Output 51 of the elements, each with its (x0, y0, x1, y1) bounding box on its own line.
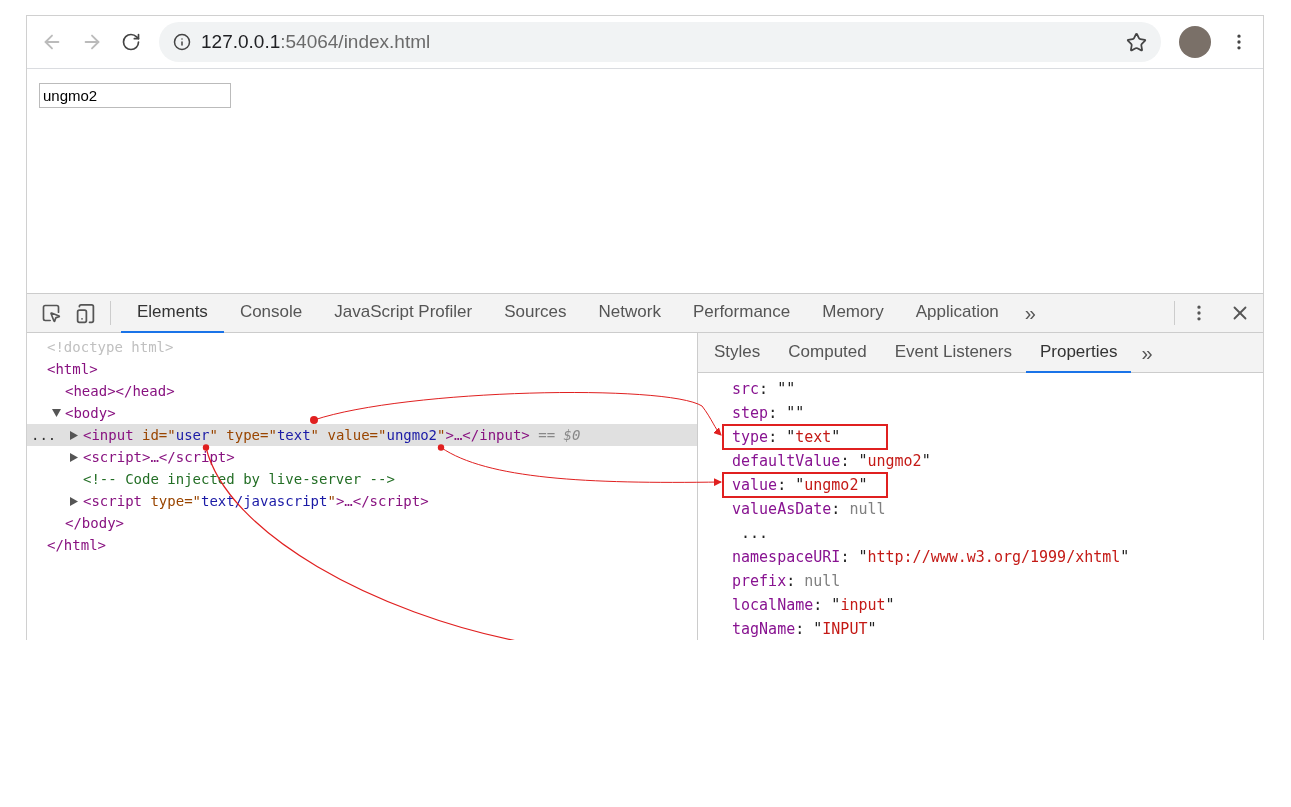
dom-node-text: <input id="user" type="text" value="ungmo2">…</input> == $0 (83, 427, 581, 443)
property-line: prefix: null (731, 570, 842, 592)
sidebar-tab[interactable]: Styles (700, 333, 775, 373)
sidebar-tab[interactable]: Properties (1025, 333, 1132, 373)
bookmark-star-icon[interactable] (1126, 31, 1147, 53)
dom-node-text: <html> (47, 361, 98, 377)
devtools-tab[interactable]: JavaScript Profiler (318, 293, 489, 333)
node-actions[interactable]: ... (31, 424, 57, 446)
property-line: step: "" (731, 402, 806, 424)
text-input[interactable]: ungmo2 (39, 83, 231, 108)
devtools-tab[interactable]: Console (223, 293, 319, 333)
devtools-tab[interactable]: Memory (806, 293, 900, 333)
dom-node-text: <head></head> (65, 383, 175, 399)
dom-node-row[interactable]: <body> (27, 402, 697, 424)
devtools-tab[interactable]: Network (582, 293, 677, 333)
dom-node-row[interactable]: <html> (27, 358, 697, 380)
inspect-icon[interactable] (41, 303, 61, 323)
expand-triangle-icon[interactable] (70, 496, 78, 506)
expand-triangle-icon[interactable] (70, 452, 78, 462)
dom-node-text: <!doctype html> (47, 339, 174, 355)
device-icon[interactable] (75, 302, 96, 324)
more-tabs-button[interactable]: » (1131, 337, 1163, 368)
annotation-dot (202, 444, 210, 451)
property-line: namespaceURI: "http://www.w3.org/1999/xhtml" (731, 546, 1131, 568)
dom-node-row[interactable]: </body> (27, 512, 697, 534)
dom-node-row[interactable]: ... <input id="user" type="text" value="ungmo2">…</input> == $0 (27, 424, 697, 446)
devtools-tab[interactable]: Application (899, 293, 1015, 333)
expand-triangle-icon[interactable] (70, 430, 78, 440)
dom-node-row[interactable]: <head></head> (27, 380, 697, 402)
sidebar-tab[interactable]: Event Listeners (880, 333, 1026, 373)
url-text: 127.0.0.1:54064/index.html (201, 29, 432, 54)
property-line: defaultValue: "ungmo2" (731, 450, 932, 472)
sidebar-tab[interactable]: Computed (774, 333, 881, 373)
collapse-triangle-icon[interactable] (52, 409, 61, 417)
dom-node-text: <body> (65, 405, 116, 421)
dom-node-text: </body> (65, 515, 124, 531)
property-line: valueAsDate: null (731, 498, 887, 520)
reload-icon[interactable] (121, 32, 141, 52)
property-line: tagName: "INPUT" (731, 618, 878, 640)
dom-node-row[interactable]: </html> (27, 534, 697, 556)
devtools-tab[interactable]: Sources (488, 293, 583, 333)
property-line: src: "" (731, 378, 797, 400)
property-line: ... (740, 522, 770, 544)
address-bar[interactable]: 127.0.0.1:54064/index.html (159, 22, 1161, 62)
avatar[interactable] (1179, 26, 1211, 58)
devtools-tab[interactable]: Elements (121, 293, 224, 333)
info-icon[interactable] (173, 33, 191, 51)
property-line: localName: "input" (731, 594, 896, 616)
devtools-tab[interactable]: Performance (676, 293, 807, 333)
more-tabs-button[interactable]: » (1014, 298, 1046, 328)
dom-node-text: </html> (47, 537, 106, 553)
